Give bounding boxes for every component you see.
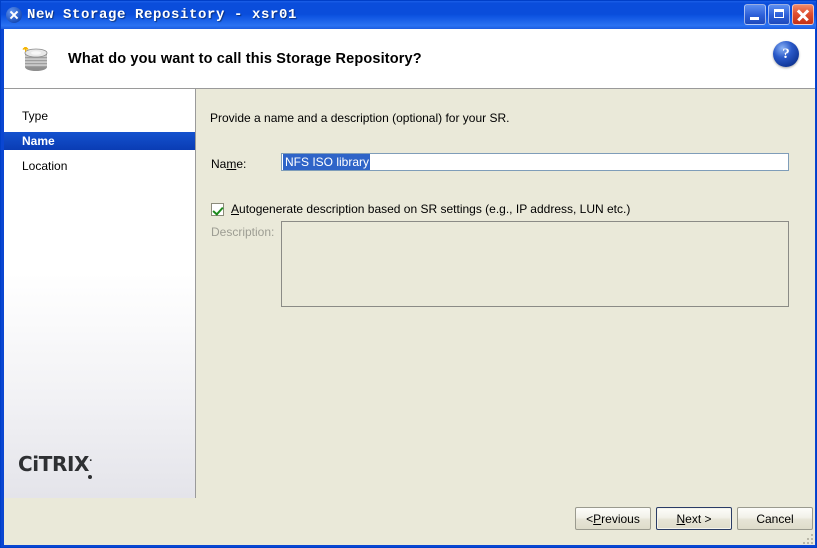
maximize-button[interactable] <box>768 4 790 25</box>
sidebar-item-location[interactable]: Location <box>4 157 195 175</box>
citrix-logo: CiTRIX· <box>18 452 99 479</box>
sidebar-item-type[interactable]: Type <box>4 107 195 125</box>
cancel-button[interactable]: Cancel <box>737 507 813 530</box>
minimize-button[interactable] <box>744 4 766 25</box>
new-storage-repository-window: New Storage Repository - xsr01 What do y… <box>0 0 817 548</box>
citrix-logo-text: CiTRIX <box>18 452 90 476</box>
title-bar: New Storage Repository - xsr01 <box>1 1 816 29</box>
autogenerate-checkbox[interactable] <box>211 202 224 216</box>
wizard-header: What do you want to call this Storage Re… <box>4 29 815 89</box>
intro-text: Provide a name and a description (option… <box>210 111 510 125</box>
content-panel: Provide a name and a description (option… <box>196 89 815 498</box>
storage-repository-cylinder-icon <box>16 39 56 79</box>
close-button[interactable] <box>792 4 814 25</box>
name-input-value: NFS ISO library <box>283 154 371 170</box>
previous-button[interactable]: < Previous <box>575 507 651 530</box>
wizard-footer: < Previous Next > Cancel <box>4 498 815 545</box>
wizard-steps-sidebar: Type Name Location CiTRIX· <box>4 89 196 498</box>
description-label: Description: <box>211 225 275 239</box>
window-controls <box>744 4 814 25</box>
app-x-icon <box>6 7 22 23</box>
description-textarea[interactable] <box>281 221 789 307</box>
wizard-body: Type Name Location CiTRIX· Provide a nam… <box>4 89 815 498</box>
citrix-logo-dot <box>87 475 92 479</box>
name-label: Name: <box>211 157 247 171</box>
page-title: What do you want to call this Storage Re… <box>68 50 422 67</box>
name-input[interactable]: NFS ISO library <box>281 153 789 171</box>
autogenerate-description-row[interactable]: Autogenerate description based on SR set… <box>211 202 630 216</box>
citrix-logo-mark: · <box>89 456 93 467</box>
next-button[interactable]: Next > <box>656 507 732 530</box>
help-icon[interactable]: ? <box>773 41 799 67</box>
autogenerate-label: Autogenerate description based on SR set… <box>231 202 631 216</box>
window-title: New Storage Repository - xsr01 <box>27 7 298 23</box>
resize-grip[interactable] <box>799 530 813 544</box>
sidebar-item-name[interactable]: Name <box>4 132 195 150</box>
